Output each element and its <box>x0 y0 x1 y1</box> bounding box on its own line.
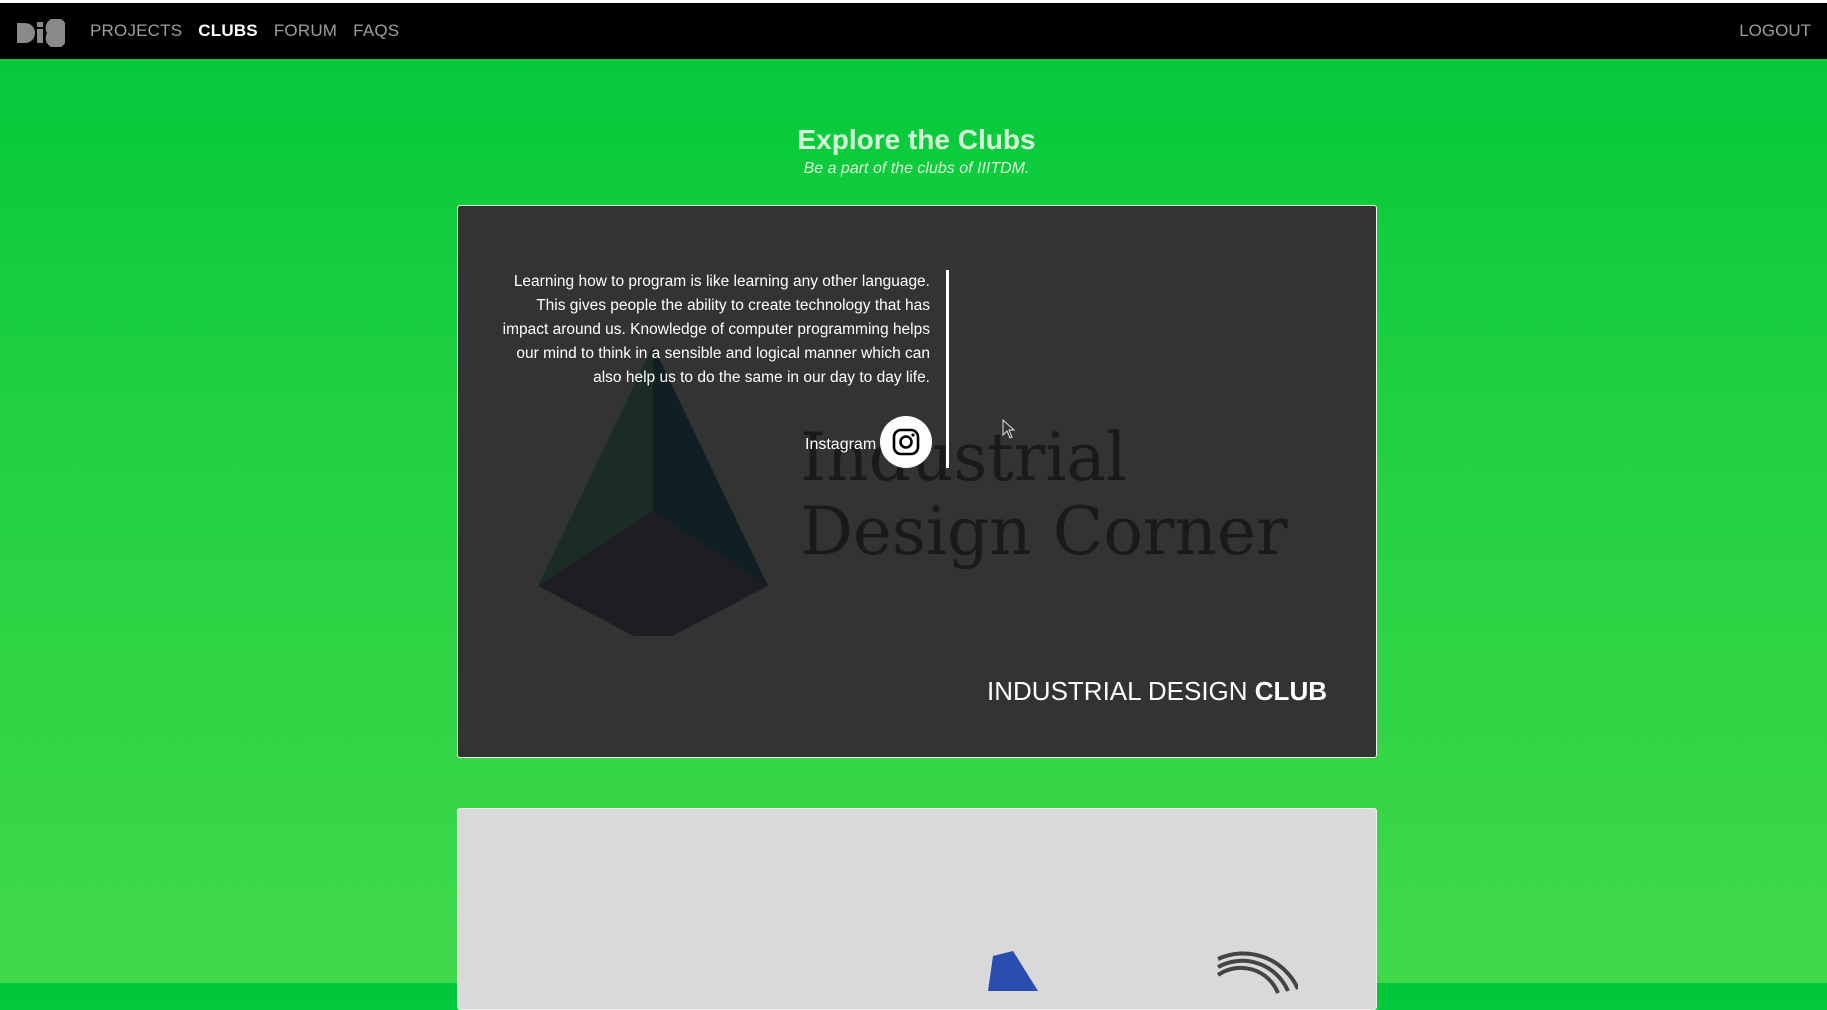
instagram-button[interactable] <box>880 416 932 468</box>
nav-links: PROJECTS CLUBS FORUM FAQS <box>90 3 415 59</box>
nav-forum[interactable]: FORUM <box>274 21 337 41</box>
navbar: PROJECTS CLUBS FORUM FAQS LOGOUT <box>0 3 1827 59</box>
instagram-label: Instagram <box>805 436 877 453</box>
blue-shape-logo <box>988 951 1038 991</box>
instagram-icon <box>892 428 920 456</box>
club-card-industrial-design[interactable]: Industrial Design Corner Learning how to… <box>457 205 1377 758</box>
idc-logo-line1: Industrial <box>800 419 1127 496</box>
signal-arcs-logo <box>1216 951 1298 994</box>
nav-clubs[interactable]: CLUBS <box>198 21 258 41</box>
club-name-regular: INDUSTRIAL DESIGN <box>987 676 1248 706</box>
nav-projects[interactable]: PROJECTS <box>90 21 182 41</box>
club-name: INDUSTRIAL DESIGN CLUB <box>987 676 1327 707</box>
mouse-cursor-icon <box>1002 419 1016 439</box>
page-subtitle: Be a part of the clubs of IIITDM. <box>803 160 1030 177</box>
nav-faqs[interactable]: FAQS <box>353 21 399 41</box>
divider <box>946 270 949 468</box>
page-title: Explore the Clubs <box>797 124 1036 155</box>
logout-link[interactable]: LOGOUT <box>1739 3 1811 59</box>
dic-logo-icon[interactable] <box>15 19 67 47</box>
club-card-next[interactable] <box>457 808 1377 1010</box>
idc-logo-line2: Design Corner <box>800 493 1288 570</box>
club-name-bold: CLUB <box>1254 676 1327 706</box>
club-description: Learning how to program is like learning… <box>502 273 930 386</box>
